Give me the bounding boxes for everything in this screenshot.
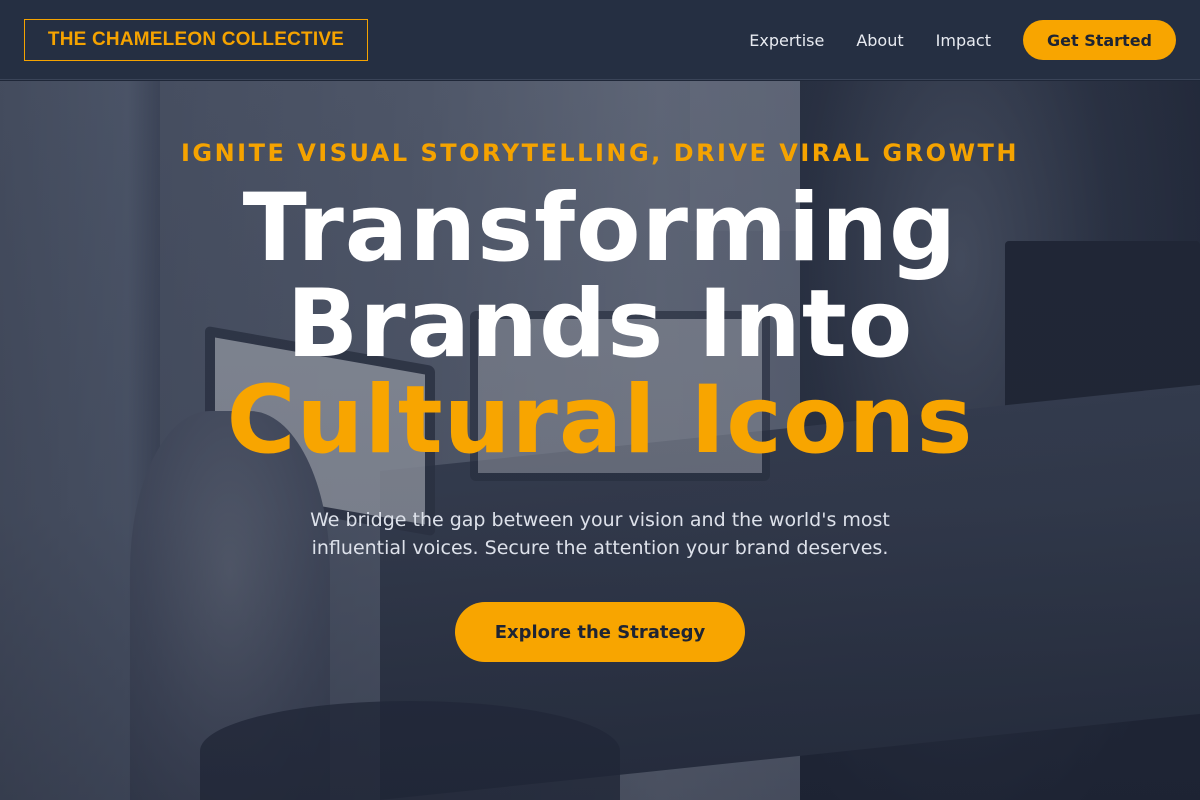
hero-headline: Transforming Brands Into Cultural Icons <box>0 181 1200 469</box>
top-navbar: THE CHAMELEON COLLECTIVE Expertise About… <box>0 0 1200 80</box>
hero-subtext: We bridge the gap between your vision an… <box>310 509 890 559</box>
brand-logo[interactable]: THE CHAMELEON COLLECTIVE <box>24 19 368 61</box>
nav-links: Expertise About Impact Get Started <box>749 20 1176 60</box>
headline-line-1: Transforming <box>242 174 958 283</box>
headline-accent: Cultural Icons <box>226 366 974 475</box>
nav-link-expertise[interactable]: Expertise <box>749 31 824 50</box>
nav-link-about[interactable]: About <box>856 31 903 50</box>
explore-strategy-button[interactable]: Explore the Strategy <box>455 602 745 662</box>
headline-line-2: Brands Into <box>286 270 914 379</box>
hero-section: IGNITE VISUAL STORYTELLING, DRIVE VIRAL … <box>0 81 1200 800</box>
hero-eyebrow: IGNITE VISUAL STORYTELLING, DRIVE VIRAL … <box>180 139 1020 167</box>
brand-logo-text: THE CHAMELEON COLLECTIVE <box>47 29 345 50</box>
nav-link-impact[interactable]: Impact <box>936 31 991 50</box>
hero-content: IGNITE VISUAL STORYTELLING, DRIVE VIRAL … <box>0 81 1200 800</box>
get-started-button[interactable]: Get Started <box>1022 20 1176 60</box>
